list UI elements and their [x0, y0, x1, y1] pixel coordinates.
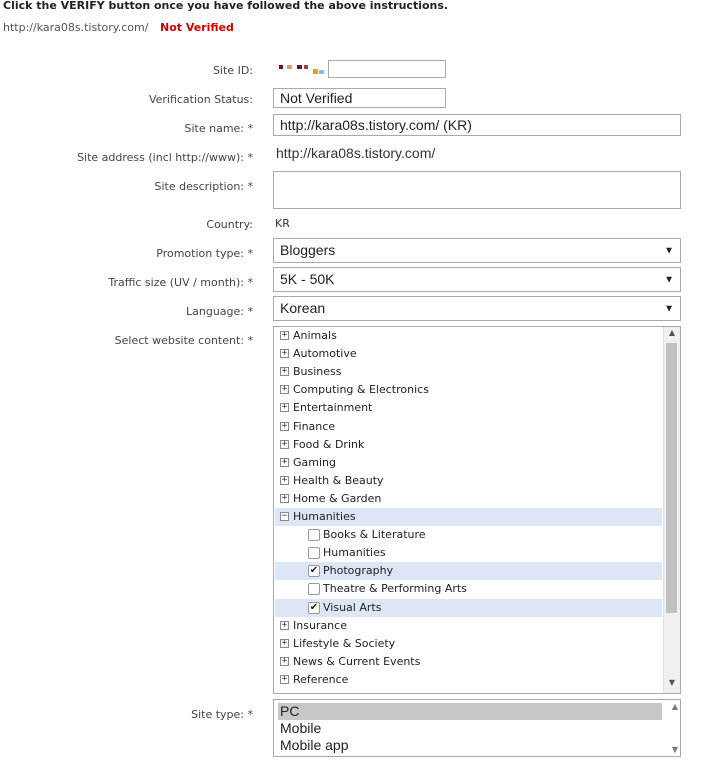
tree-group-row[interactable]: + Health & Beauty	[275, 472, 662, 490]
checkbox[interactable]	[308, 583, 320, 596]
tree-group-label: Gaming	[293, 455, 336, 469]
language-select[interactable]: Korean	[273, 296, 681, 321]
tree-group-label: Humanities	[293, 510, 356, 523]
site-url-link[interactable]: http://kara08s.tistory.com/	[3, 21, 148, 34]
tree-group-label: Insurance	[293, 618, 347, 632]
site-type-option[interactable]: Mobile app	[278, 737, 662, 754]
scroll-up-icon[interactable]: ▲	[664, 328, 680, 342]
tree-item-row[interactable]: ✔ Visual Arts	[275, 598, 662, 617]
tree-item-row[interactable]: Books & Literature	[275, 526, 662, 544]
country-value: KR	[275, 217, 290, 230]
site-description-textarea[interactable]	[273, 171, 681, 209]
tree-group-row[interactable]: + Insurance	[275, 617, 662, 635]
tree-group-row[interactable]: + Lifestyle & Society	[275, 635, 662, 653]
expand-icon[interactable]: +	[280, 421, 289, 431]
tree-group-label: Food & Drink	[293, 437, 365, 451]
expand-icon[interactable]: +	[280, 620, 289, 630]
tree-group-row[interactable]: + Computing & Electronics	[275, 381, 662, 399]
expand-icon[interactable]: +	[280, 475, 289, 485]
site-name-label: Site name: *	[184, 122, 253, 135]
listbox-down-icon[interactable]: ▼	[672, 745, 678, 754]
tree-group-label: Computing & Electronics	[293, 383, 429, 397]
expand-icon[interactable]: +	[280, 385, 289, 395]
site-type-label: Site type: *	[191, 708, 253, 721]
site-type-listbox[interactable]: Mobile app Mobile PC ▲ ▼	[273, 699, 681, 757]
expand-icon[interactable]: +	[280, 331, 289, 340]
tree-group-label: Finance	[293, 419, 336, 433]
tree-item-label: Theatre & Performing Arts	[323, 582, 467, 596]
country-label: Country:	[206, 218, 253, 231]
site-address-label: Site address (incl http://www): *	[77, 151, 253, 164]
tree-group-row[interactable]: + Reference	[275, 671, 662, 689]
expand-icon[interactable]: +	[280, 674, 289, 684]
tree-group-row[interactable]: + Automotive	[275, 345, 662, 363]
site-description-label: Site description: *	[154, 180, 253, 193]
website-content-label: Select website content: *	[114, 334, 253, 347]
tree-group-row[interactable]: − Humanities	[275, 508, 662, 526]
tree-group-label: News & Current Events	[293, 654, 421, 668]
website-content-tree[interactable]: + Animals + Automotive + Business + Computing &…	[273, 326, 681, 694]
site-id-input[interactable]	[328, 60, 446, 78]
expand-icon[interactable]: +	[280, 493, 289, 503]
site-id-label: Site ID:	[212, 64, 253, 77]
tree-group-label: Home & Garden	[293, 491, 382, 505]
tree-group-label: Animals	[293, 329, 337, 342]
tree-item-label: Photography	[323, 564, 394, 578]
tree-group-label: Health & Beauty	[293, 473, 384, 487]
tree-group-label: Reference	[293, 672, 349, 686]
checked-checkbox[interactable]: ✔	[308, 601, 320, 614]
tree-group-row[interactable]: + Finance	[275, 418, 662, 436]
tree-item-row[interactable]: Theatre & Performing Arts	[275, 580, 662, 598]
tree-group-row[interactable]: + News & Current Events	[275, 653, 662, 671]
site-address-value: http://kara08s.tistory.com/	[276, 145, 436, 161]
tree-group-row[interactable]: + Food & Drink	[275, 436, 662, 454]
tree-item-label: Humanities	[323, 546, 386, 560]
expand-icon[interactable]: +	[280, 349, 289, 359]
tree-group-label: Automotive	[293, 347, 357, 361]
tree-scrollbar[interactable]: ▲ ▼	[663, 327, 680, 693]
traffic-size-label: Traffic size (UV / month): *	[108, 276, 253, 289]
tree-item-label: Books & Literature	[323, 528, 426, 542]
tree-group-row[interactable]: + Gaming	[275, 454, 662, 472]
tree-group-label: Business	[293, 365, 342, 379]
site-type-option[interactable]: PC	[278, 703, 662, 720]
expand-icon[interactable]: +	[280, 457, 289, 467]
tree-group-label: Entertainment	[293, 401, 373, 415]
tree-group-row[interactable]: + Business	[275, 363, 662, 381]
expand-icon[interactable]: +	[280, 403, 289, 413]
scroll-down-icon[interactable]: ▼	[664, 678, 680, 692]
collapse-icon[interactable]: −	[280, 512, 289, 521]
tree-group-row[interactable]: + Entertainment	[275, 399, 662, 417]
site-id-image	[279, 64, 327, 76]
verification-status-label: Verification Status:	[148, 93, 253, 106]
promotion-type-label: Promotion type: *	[156, 247, 253, 260]
status-badge: Not Verified	[160, 21, 234, 34]
checkbox[interactable]	[308, 547, 320, 560]
site-name-input[interactable]: http://kara08s.tistory.com/ (KR)	[273, 114, 681, 136]
expand-icon[interactable]: +	[280, 367, 289, 377]
scroll-thumb[interactable]	[666, 343, 677, 613]
expand-icon[interactable]: +	[280, 439, 289, 449]
verification-status-field: Not Verified	[273, 88, 446, 108]
tree-group-row[interactable]: + Animals	[275, 327, 662, 345]
checkbox[interactable]	[308, 529, 320, 542]
checked-checkbox[interactable]: ✔	[308, 565, 320, 578]
tree-group-row[interactable]: + Home & Garden	[275, 490, 662, 508]
expand-icon[interactable]: +	[280, 656, 289, 666]
traffic-size-select[interactable]: 5K - 50K	[273, 267, 681, 292]
tree-item-row[interactable]: Humanities	[275, 544, 662, 562]
tree-item-row[interactable]: ✔ Photography	[275, 562, 662, 581]
promotion-type-select[interactable]: Bloggers	[273, 238, 681, 263]
language-label: Language: *	[186, 305, 253, 318]
site-type-option[interactable]: Mobile	[278, 720, 662, 737]
tree-group-label: Lifestyle & Society	[293, 636, 396, 650]
tree-item-label: Visual Arts	[323, 600, 382, 614]
instruction-text: Click the VERIFY button once you have fo…	[3, 0, 449, 12]
listbox-up-icon[interactable]: ▲	[672, 702, 678, 711]
expand-icon[interactable]: +	[280, 638, 289, 648]
